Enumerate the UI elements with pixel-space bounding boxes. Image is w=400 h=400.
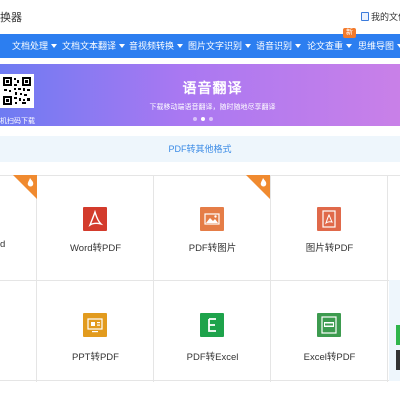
- excel-icon: [200, 313, 224, 337]
- ppt-icon: [83, 313, 107, 337]
- banner-subtitle: 下载移动端语音翻译，随时随地尽享翻译: [149, 104, 276, 111]
- tool-word-to-pdf[interactable]: Word转PDF: [37, 176, 154, 279]
- tool-label: PDF转Excel: [186, 352, 239, 363]
- nav-item-image-ocr[interactable]: 图片文字识别: [188, 34, 252, 58]
- side-float-button[interactable]: [396, 325, 400, 345]
- nav-label: 思维导图: [358, 41, 395, 51]
- hot-corner-icon: [246, 175, 270, 199]
- section-header: PDF转其他格式: [0, 136, 400, 162]
- nav-item-mind-map[interactable]: 思维导图: [358, 34, 400, 58]
- tool-label: PDF转图片: [188, 243, 237, 254]
- chevron-down-icon: [177, 44, 184, 48]
- tool-label: 图片转PDF: [305, 243, 354, 254]
- side-float-button[interactable]: [396, 350, 400, 370]
- partial-tool-label[interactable]: d: [0, 239, 5, 250]
- chevron-down-icon: [346, 44, 353, 48]
- nav-item-doc-processing[interactable]: 文档处理: [12, 34, 58, 58]
- nav-label: 图片文字识别: [188, 41, 243, 51]
- top-bar: 换器 我的文件: [0, 0, 400, 32]
- main-nav: 文档处理 文档文本翻译 音视频转换 图片文字识别 语音识别 论文查重 思维导图: [0, 34, 400, 58]
- tool-image-to-pdf[interactable]: 图片转PDF: [271, 176, 388, 279]
- nav-label: 文档文本翻译: [62, 41, 117, 51]
- carousel-dots: [193, 117, 213, 121]
- tool-label: Excel转PDF: [303, 352, 356, 363]
- pdf-icon: [317, 207, 341, 231]
- pdf-icon: [83, 207, 107, 231]
- nav-label: 语音识别: [256, 41, 293, 51]
- carousel-dot-active[interactable]: [201, 117, 205, 121]
- app-title: 换器: [0, 12, 22, 24]
- chevron-down-icon: [51, 44, 58, 48]
- hot-corner-icon: [13, 175, 37, 199]
- promo-banner[interactable]: 语音翻译 下载移动端语音翻译，随时随地尽享翻译: [0, 64, 400, 126]
- tool-ppt-to-pdf[interactable]: PPT转PDF: [37, 281, 154, 384]
- tool-label: PPT转PDF: [72, 352, 119, 363]
- carousel-dot[interactable]: [209, 117, 213, 121]
- my-files-label: 我的文件: [371, 12, 400, 22]
- nav-item-av-convert[interactable]: 音视频转换: [129, 34, 184, 58]
- nav-label: 音视频转换: [129, 41, 175, 51]
- new-badge: 新: [343, 28, 356, 38]
- my-files-link[interactable]: 我的文件: [361, 10, 400, 23]
- qr-caption: 机扫码下载: [0, 118, 35, 125]
- tool-label: Word转PDF: [69, 243, 122, 254]
- file-icon: [361, 12, 369, 21]
- banner-title: 语音翻译: [182, 80, 243, 96]
- tool-excel-to-pdf[interactable]: Excel转PDF: [271, 281, 388, 384]
- tool-grid: Word转PDF PDF转图片 图片转PDF PPT转PDF PDF转Excel…: [0, 175, 400, 384]
- carousel-dot[interactable]: [193, 117, 197, 121]
- chevron-down-icon: [245, 44, 252, 48]
- nav-item-doc-translate[interactable]: 文档文本翻译: [62, 34, 126, 58]
- tool-pdf-to-excel[interactable]: PDF转Excel: [154, 281, 271, 384]
- chevron-down-icon: [119, 44, 126, 48]
- image-icon: [200, 207, 224, 231]
- excel-pdf-icon: [317, 313, 341, 337]
- nav-label: 文档处理: [12, 41, 49, 51]
- chevron-down-icon: [295, 44, 302, 48]
- nav-item-speech-recognition[interactable]: 语音识别: [256, 34, 302, 58]
- section-title: PDF转其他格式: [168, 144, 232, 154]
- nav-label: 论文查重: [307, 41, 344, 51]
